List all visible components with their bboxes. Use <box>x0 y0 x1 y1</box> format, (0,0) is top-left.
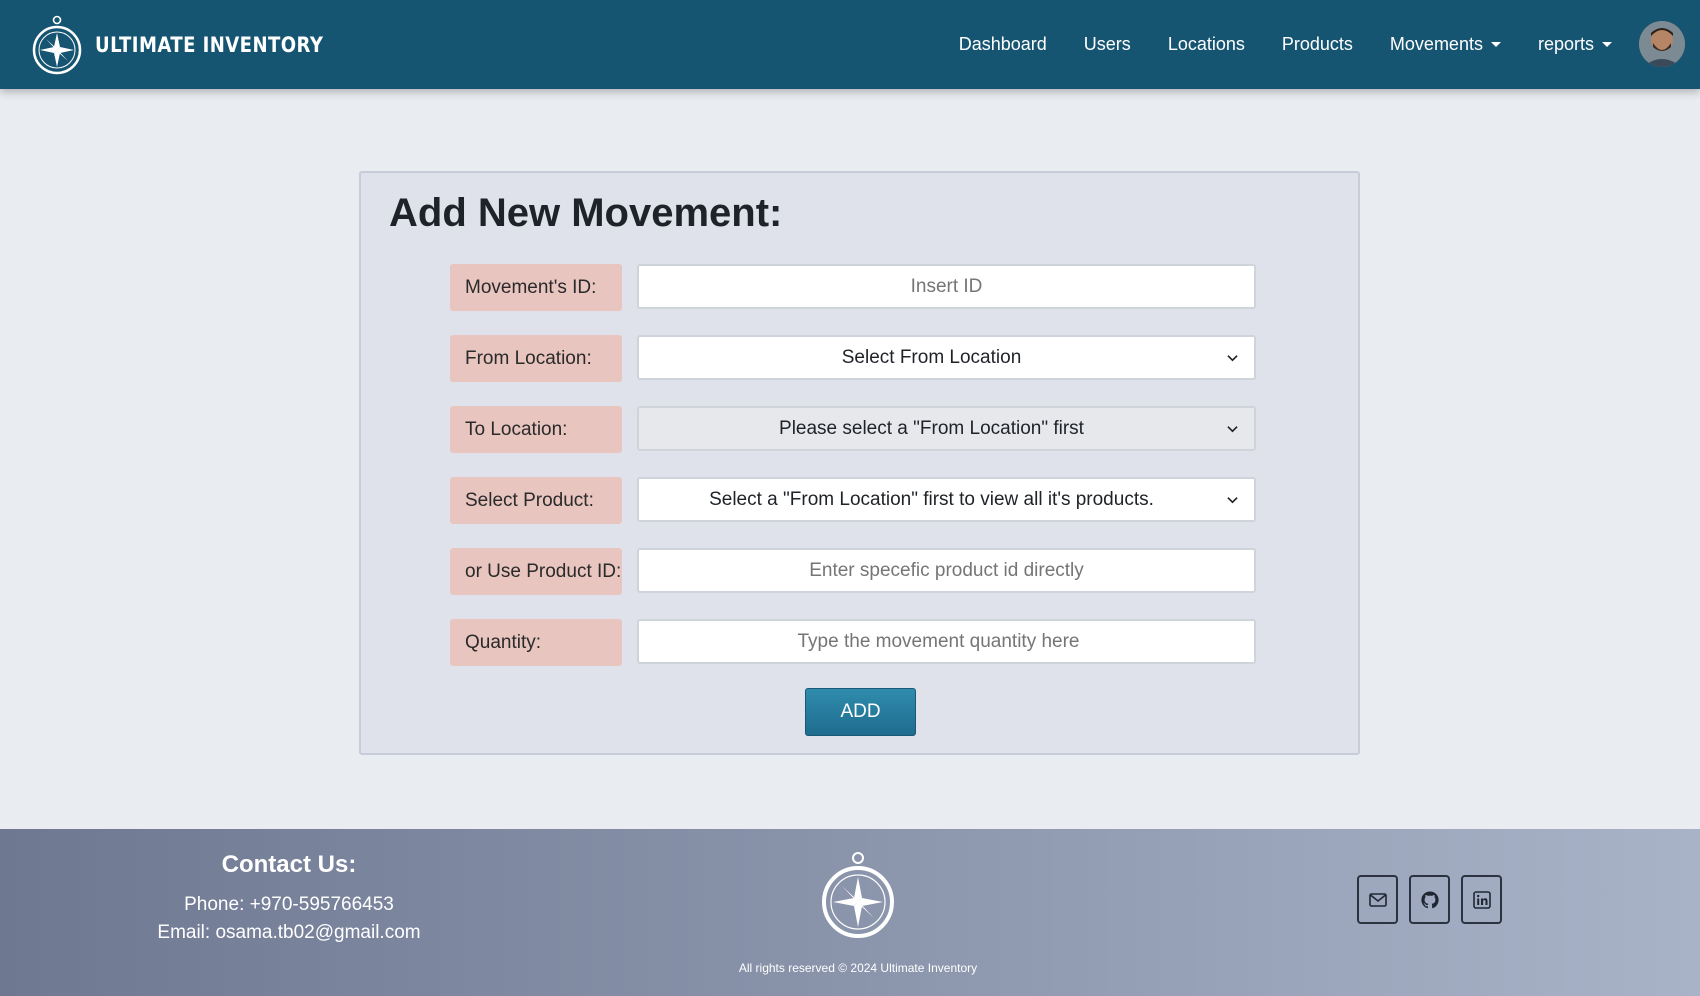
product-label: Select Product: <box>450 477 622 524</box>
movement-id-input[interactable] <box>637 264 1256 309</box>
nav-users[interactable]: Users <box>1084 34 1131 55</box>
user-avatar[interactable] <box>1639 21 1685 67</box>
contact-phone: Phone: +970-595766453 <box>184 894 394 915</box>
add-button[interactable]: ADD <box>805 688 916 736</box>
linkedin-link[interactable] <box>1461 875 1502 924</box>
social-links <box>1357 875 1513 924</box>
nav-products[interactable]: Products <box>1282 34 1353 55</box>
brand-name: ULTIMATE INVENTORY <box>95 33 324 57</box>
product-id-input[interactable] <box>637 548 1256 593</box>
caret-down-icon <box>1490 42 1501 47</box>
from-location-selected: Select From Location <box>841 346 1022 368</box>
footer: Contact Us: Phone: +970-595766453 Email:… <box>0 829 1700 996</box>
nav-dashboard[interactable]: Dashboard <box>959 34 1047 55</box>
compass-logo-icon <box>822 852 894 938</box>
github-link[interactable] <box>1409 875 1450 924</box>
product-id-label: or Use Product ID: <box>450 548 622 595</box>
add-movement-card: Add New Movement: Movement's ID: From Lo… <box>359 171 1360 755</box>
contact-title: Contact Us: <box>221 851 357 878</box>
caret-down-icon <box>1602 42 1612 47</box>
github-icon <box>1420 890 1439 908</box>
contact-email: Email: osama.tb02@gmail.com <box>157 922 421 943</box>
copyright-text: All rights reserved © 2024 Ultimate Inve… <box>738 961 978 975</box>
movement-id-label: Movement's ID: <box>450 264 622 311</box>
nav-movements-dropdown[interactable]: Movements <box>1390 34 1501 55</box>
chevron-down-icon <box>1227 497 1238 504</box>
quantity-input[interactable] <box>637 619 1256 664</box>
chevron-down-icon <box>1227 355 1238 362</box>
mail-icon <box>1368 892 1387 907</box>
brand[interactable]: ULTIMATE INVENTORY <box>31 14 361 76</box>
to-location-label: To Location: <box>450 406 622 453</box>
nav-locations[interactable]: Locations <box>1168 34 1245 55</box>
quantity-row: Quantity: <box>450 619 1258 666</box>
product-selected: Select a "From Location" first to view a… <box>709 488 1154 510</box>
to-location-selected: Please select a "From Location" first <box>779 417 1084 439</box>
contact-section: Contact Us: Phone: +970-595766453 Email:… <box>100 851 478 947</box>
to-location-row: To Location: Please select a "From Locat… <box>450 406 1258 453</box>
from-location-label: From Location: <box>450 335 622 382</box>
linkedin-icon <box>1472 890 1491 909</box>
product-row: Select Product: Select a "From Location"… <box>450 477 1258 524</box>
from-location-row: From Location: Select From Location <box>450 335 1258 382</box>
from-location-select[interactable]: Select From Location <box>637 335 1256 380</box>
quantity-label: Quantity: <box>450 619 622 666</box>
chevron-down-icon <box>1227 426 1238 433</box>
user-photo <box>1639 21 1685 67</box>
nav-menu: Dashboard Users Locations Products Movem… <box>922 0 1612 89</box>
product-select[interactable]: Select a "From Location" first to view a… <box>637 477 1256 522</box>
page-title: Add New Movement: <box>389 191 783 235</box>
email-link[interactable] <box>1357 875 1398 924</box>
movement-id-row: Movement's ID: <box>450 264 1258 311</box>
product-id-row: or Use Product ID: <box>450 548 1258 595</box>
to-location-select[interactable]: Please select a "From Location" first <box>637 406 1256 451</box>
compass-logo-icon <box>32 15 82 75</box>
navbar: ULTIMATE INVENTORY Dashboard Users Locat… <box>0 0 1700 89</box>
nav-reports-dropdown[interactable]: reports <box>1538 34 1612 55</box>
